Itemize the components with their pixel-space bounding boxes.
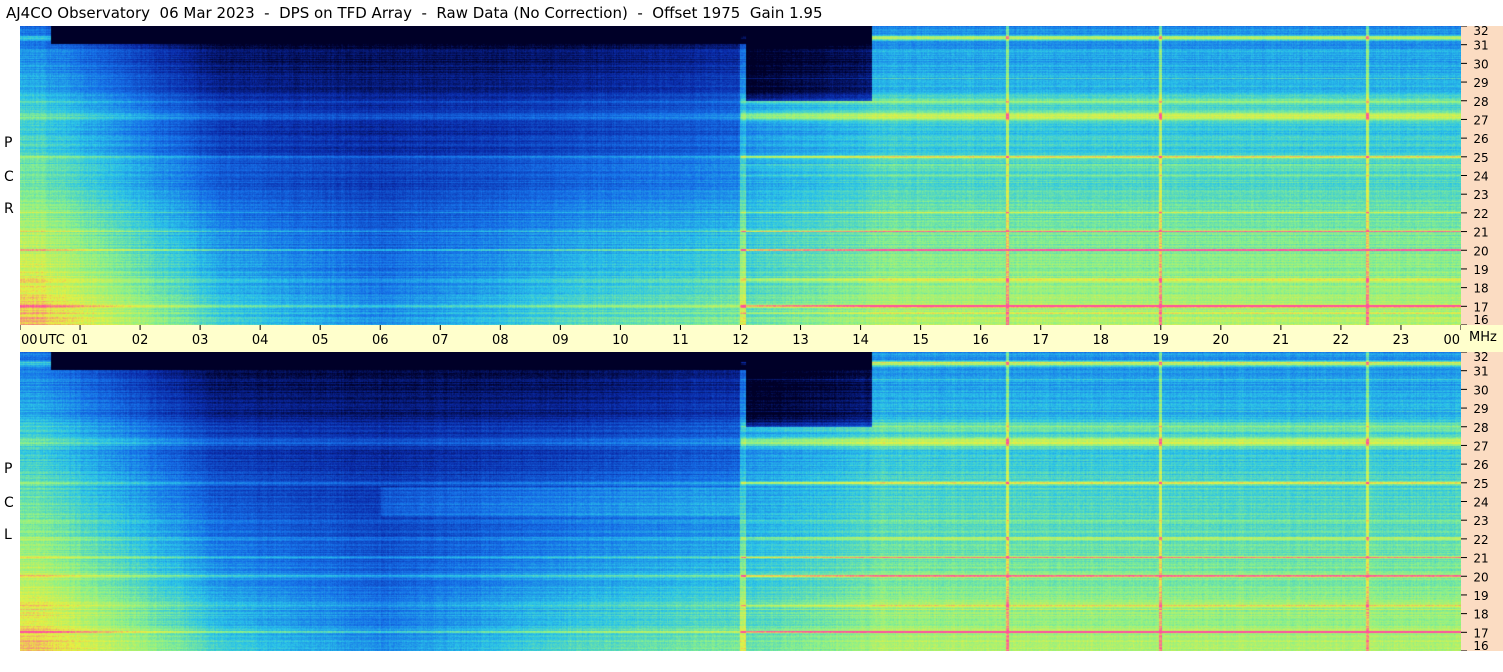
freq-tick-label: 20 <box>1473 244 1488 258</box>
time-tick-label: 22 <box>1333 333 1350 348</box>
freq-tick-label: 23 <box>1473 188 1488 202</box>
time-tick-label: 00 <box>1443 333 1460 348</box>
freq-tick-label: 25 <box>1473 477 1488 491</box>
rcp-label-r: R <box>4 201 14 217</box>
time-tick-label: 20 <box>1213 333 1230 348</box>
time-tick-label: 10 <box>612 333 629 348</box>
time-tick-label: 01 <box>72 333 89 348</box>
rcp-label: P C R <box>0 26 20 325</box>
freq-tick-label: 28 <box>1473 95 1488 109</box>
freq-tick-label: 26 <box>1473 132 1488 146</box>
freq-tick-label: 21 <box>1473 226 1488 240</box>
time-tick-label: 03 <box>192 333 209 348</box>
lcp-frequency-axis: 3231302928272625242322212019181716 <box>1461 352 1503 651</box>
lcp-spectrogram <box>20 352 1461 651</box>
freq-tick-label: 30 <box>1473 383 1488 397</box>
time-tick-label: 19 <box>1153 333 1170 348</box>
freq-tick-label: 32 <box>1473 26 1488 38</box>
freq-tick-label: 18 <box>1473 608 1488 622</box>
lcp-label-c: C <box>4 495 14 511</box>
rcp-label-p: P <box>4 135 13 151</box>
freq-tick-label: 27 <box>1473 439 1488 453</box>
freq-tick-label: 26 <box>1473 458 1488 472</box>
chart-title: AJ4CO Observatory 06 Mar 2023 - DPS on T… <box>6 4 823 22</box>
freq-tick-label: 28 <box>1473 421 1488 435</box>
time-tick-label: 14 <box>852 333 869 348</box>
freq-tick-label: 29 <box>1473 76 1488 90</box>
freq-tick-label: 22 <box>1473 533 1488 547</box>
mhz-box: MHz <box>1461 325 1503 352</box>
time-tick-label: 18 <box>1092 333 1109 348</box>
freq-tick-label: 19 <box>1473 263 1488 277</box>
time-tick-label: 09 <box>552 333 569 348</box>
freq-tick-label: 24 <box>1473 170 1488 184</box>
time-tick-label: 21 <box>1273 333 1290 348</box>
time-tick-label: 11 <box>672 333 689 348</box>
freq-tick-label: 19 <box>1473 589 1488 603</box>
rcp-label-c: C <box>4 169 14 185</box>
lcp-label-p: P <box>4 461 13 477</box>
time-axis: 00 01 02 03 04 05 06 07 08 09 10 11 12 13 14 15 16 17 18 19… <box>20 325 1461 352</box>
freq-tick-label: 20 <box>1473 570 1488 584</box>
freq-tick-label: 27 <box>1473 113 1488 127</box>
freq-tick-label: 21 <box>1473 552 1488 566</box>
lcp-label: P C L <box>0 352 20 651</box>
time-tick-label: 15 <box>912 333 929 348</box>
freq-tick-label: 16 <box>1473 313 1488 325</box>
freq-tick-label: 23 <box>1473 514 1488 528</box>
utc-label: UTC <box>39 333 65 348</box>
freq-tick-label: 30 <box>1473 57 1488 71</box>
time-tick-label: 12 <box>732 333 749 348</box>
freq-tick-label: 29 <box>1473 402 1488 416</box>
lcp-label-l: L <box>4 527 12 543</box>
time-tick-label: 23 <box>1393 333 1410 348</box>
time-tick-label: 05 <box>312 333 329 348</box>
time-tick-label: 00 <box>21 333 38 348</box>
time-tick-label: 13 <box>792 333 809 348</box>
rcp-spectrogram <box>20 26 1461 325</box>
time-tick-label: 04 <box>252 333 269 348</box>
freq-tick-label: 16 <box>1473 639 1488 651</box>
freq-tick-label: 31 <box>1473 365 1488 379</box>
freq-tick-label: 22 <box>1473 207 1488 221</box>
freq-tick-label: 31 <box>1473 39 1488 53</box>
freq-tick-label: 18 <box>1473 282 1488 296</box>
time-tick-label: 16 <box>972 333 989 348</box>
rcp-frequency-axis: 3231302928272625242322212019181716 <box>1461 26 1503 325</box>
time-tick-label: 07 <box>432 333 449 348</box>
time-tick-label: 06 <box>372 333 389 348</box>
freq-tick-label: 25 <box>1473 151 1488 165</box>
freq-tick-label: 24 <box>1473 496 1488 510</box>
time-tick-label: 17 <box>1032 333 1049 348</box>
freq-tick-label: 32 <box>1473 352 1488 364</box>
mhz-label: MHz <box>1469 330 1497 345</box>
time-tick-label: 02 <box>132 333 149 348</box>
time-tick-label: 08 <box>492 333 509 348</box>
